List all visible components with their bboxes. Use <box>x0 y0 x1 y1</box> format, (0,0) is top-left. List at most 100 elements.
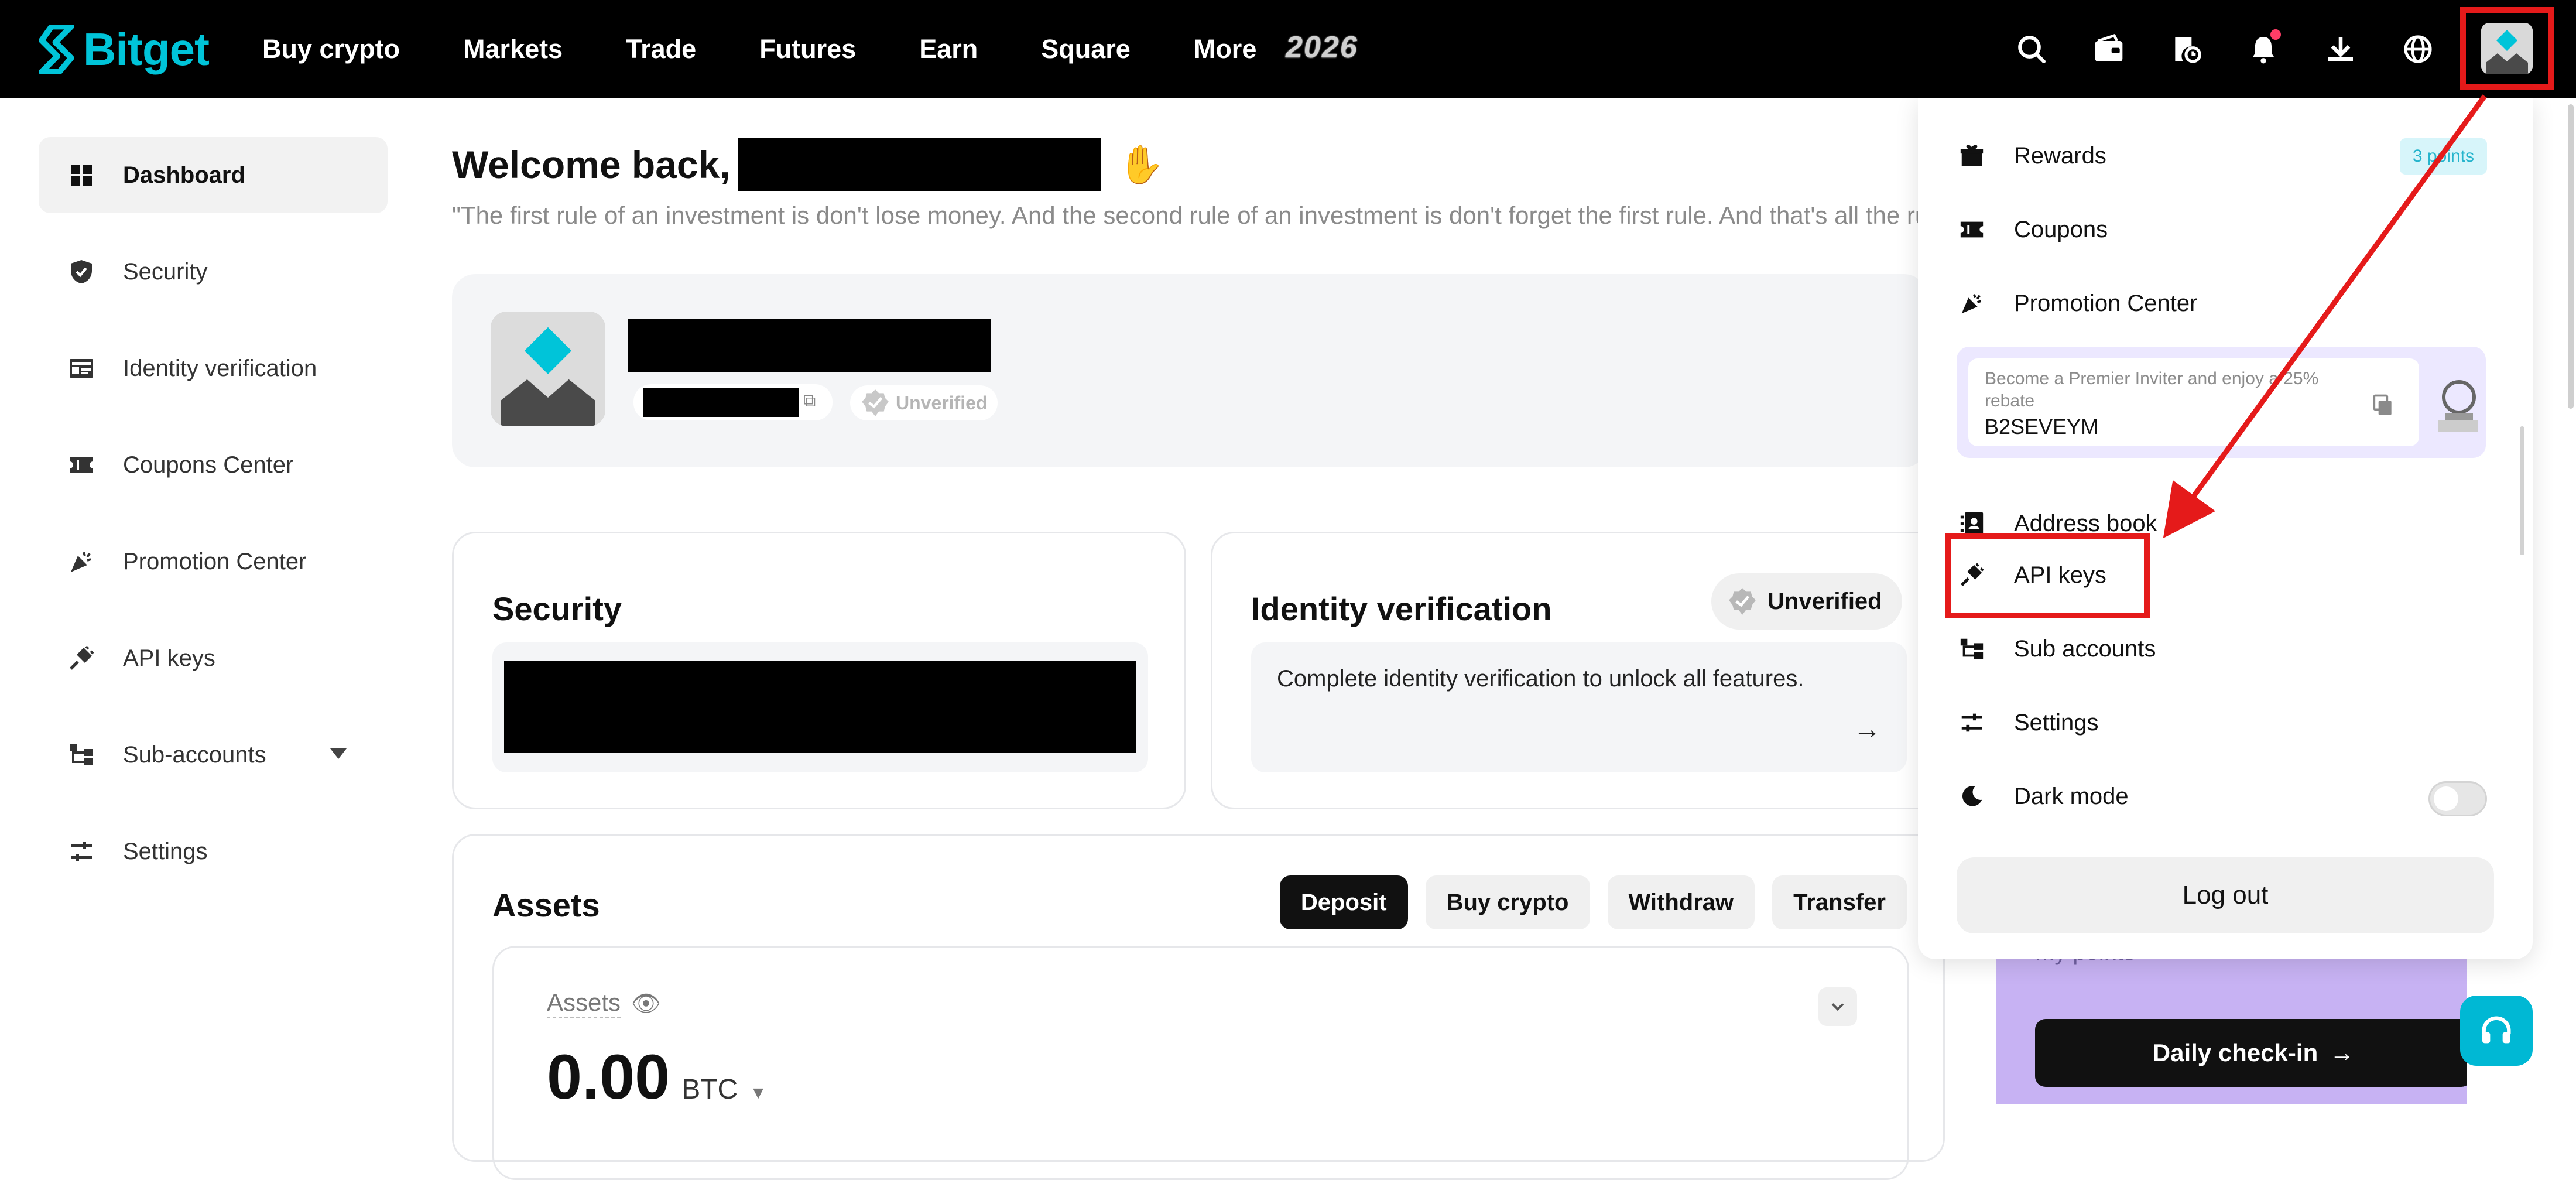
buy-crypto-button[interactable]: Buy crypto <box>1425 875 1590 929</box>
points-badge: 3 points <box>2399 138 2487 175</box>
sidebar-item-label: Security <box>123 258 208 285</box>
daily-checkin-button[interactable]: Daily check-in → <box>2035 1019 2467 1087</box>
avatar-button[interactable] <box>2460 7 2554 90</box>
uid-pill[interactable]: ⧉ <box>633 384 833 420</box>
assets-value: 0.00 <box>547 1041 670 1112</box>
sidebar-item-sub-accounts[interactable]: Sub-accounts <box>39 717 388 793</box>
nav-buy-crypto[interactable]: Buy crypto <box>262 34 400 64</box>
security-title: Security <box>492 590 622 627</box>
dark-mode-toggle[interactable] <box>2428 781 2487 816</box>
copy-icon[interactable]: ⧉ <box>803 391 816 411</box>
arrow-right-icon[interactable]: → <box>1853 713 1881 745</box>
assets-value-row: 0.00 BTC ▼ <box>547 1040 767 1113</box>
sidebar-item-label: Settings <box>123 838 208 864</box>
invite-code: B2SEVEYM <box>1985 415 2099 439</box>
welcome-heading: Welcome back, ✋ <box>452 138 1164 191</box>
menu-item-label: Promotion Center <box>2014 290 2198 316</box>
notification-dot <box>2270 29 2281 40</box>
assets-label: Assets <box>547 989 621 1018</box>
menu-item-api-keys[interactable]: API keys <box>1957 552 2106 598</box>
sidebar-item-coupons-center[interactable]: Coupons Center <box>39 427 388 503</box>
profile-avatar[interactable] <box>491 312 605 426</box>
menu-item-label: Dark mode <box>2014 783 2129 809</box>
nav-futures[interactable]: Futures <box>759 34 856 64</box>
unit-dropdown-icon[interactable]: ▼ <box>749 1083 767 1103</box>
bitget-logo[interactable]: Bitget <box>37 20 210 78</box>
security-card[interactable]: Security <box>452 532 1186 809</box>
plug-icon <box>66 642 97 674</box>
menu-item-promotion-center[interactable]: Promotion Center <box>1957 280 2197 327</box>
identity-message-box[interactable]: Complete identity verification to unlock… <box>1251 642 1907 772</box>
support-chat-button[interactable] <box>2460 996 2533 1066</box>
logo-text: Bitget <box>83 23 210 75</box>
identity-verification-card[interactable]: Identity verification Unverified Complet… <box>1211 532 1945 809</box>
nav-icon-group <box>1974 0 2438 98</box>
menu-item-label: Settings <box>2014 709 2099 736</box>
sidebar-item-settings[interactable]: Settings <box>39 813 388 890</box>
chevron-down-icon[interactable] <box>330 748 347 759</box>
invite-banner[interactable]: Become a Premier Inviter and enjoy a 25%… <box>1957 347 2486 458</box>
expand-assets-button[interactable] <box>1818 987 1857 1026</box>
nav-earn[interactable]: Earn <box>919 34 978 64</box>
menu-item-settings[interactable]: Settings <box>1957 699 2099 746</box>
grid-icon <box>66 159 97 191</box>
sidebar-item-promotion-center[interactable]: Promotion Center <box>39 524 388 600</box>
arrow-right-icon: → <box>2330 1039 2355 1066</box>
menu-item-rewards[interactable]: Rewards <box>1957 132 2106 179</box>
redacted-security-info <box>504 661 1136 753</box>
trophy-illustration-icon <box>2438 380 2478 432</box>
menu-item-label: Rewards <box>2014 142 2106 169</box>
sidebar-item-label: Sub-accounts <box>123 741 266 768</box>
sidebar-item-security[interactable]: Security <box>39 234 388 310</box>
eye-icon[interactable]: 👁 <box>631 990 661 1017</box>
ticket-icon <box>66 449 97 481</box>
assets-title: Assets <box>492 887 600 924</box>
sliders-icon <box>1957 707 1987 738</box>
anniversary-badge[interactable]: 2026 <box>1286 27 1391 68</box>
menu-item-coupons[interactable]: Coupons <box>1957 206 2108 253</box>
page-scrollbar[interactable] <box>2568 104 2574 409</box>
sidebar-item-label: Coupons Center <box>123 452 294 478</box>
logout-button[interactable]: Log out <box>1957 857 2494 933</box>
redacted-nickname <box>628 319 991 372</box>
transfer-button[interactable]: Transfer <box>1772 875 1907 929</box>
sidebar: Dashboard Security Identity verification… <box>39 137 388 910</box>
withdraw-button[interactable]: Withdraw <box>1607 875 1755 929</box>
globe-icon[interactable] <box>2398 29 2438 69</box>
deposit-button[interactable]: Deposit <box>1279 875 1408 929</box>
nav-trade[interactable]: Trade <box>626 34 696 64</box>
menu-item-label: API keys <box>2014 562 2106 588</box>
sidebar-item-label: Identity verification <box>123 355 317 381</box>
wallet-icon[interactable] <box>2089 29 2129 69</box>
ticket-icon <box>1957 214 1987 245</box>
identity-message: Complete identity verification to unlock… <box>1277 666 1804 692</box>
menu-item-dark-mode: Dark mode <box>1957 773 2129 820</box>
sidebar-item-api-keys[interactable]: API keys <box>39 620 388 696</box>
download-icon[interactable] <box>2321 29 2361 69</box>
sidebar-item-identity-verification[interactable]: Identity verification <box>39 330 388 406</box>
assets-label-row: Assets 👁 <box>547 989 661 1018</box>
invite-code-box: Become a Premier Inviter and enjoy a 25%… <box>1968 358 2419 446</box>
assets-unit: BTC <box>681 1074 738 1105</box>
sidebar-item-label: Promotion Center <box>123 548 307 574</box>
profile-status-text: Unverified <box>896 392 988 413</box>
moon-icon <box>1957 781 1987 812</box>
redacted-uid <box>643 388 799 417</box>
chevron-down-icon <box>1831 1003 1844 1011</box>
identity-title: Identity verification <box>1251 590 1552 627</box>
invite-text: Become a Premier Inviter and enjoy a 25%… <box>1985 369 2319 411</box>
menu-item-sub-accounts[interactable]: Sub accounts <box>1957 625 2156 672</box>
id-card-icon <box>66 353 97 384</box>
redacted-username <box>737 138 1101 191</box>
nav-more[interactable]: More <box>1194 34 1257 64</box>
nav-markets[interactable]: Markets <box>463 34 563 64</box>
welcome-text: Welcome back, <box>452 143 731 186</box>
orders-icon[interactable] <box>2166 29 2206 69</box>
copy-icon[interactable] <box>2370 392 2396 418</box>
bell-icon[interactable] <box>2243 29 2283 69</box>
menu-item-label: Sub accounts <box>2014 635 2156 662</box>
nav-square[interactable]: Square <box>1041 34 1131 64</box>
search-icon[interactable] <box>2012 29 2051 69</box>
sidebar-item-dashboard[interactable]: Dashboard <box>39 137 388 213</box>
menu-scrollbar[interactable] <box>2520 426 2524 555</box>
